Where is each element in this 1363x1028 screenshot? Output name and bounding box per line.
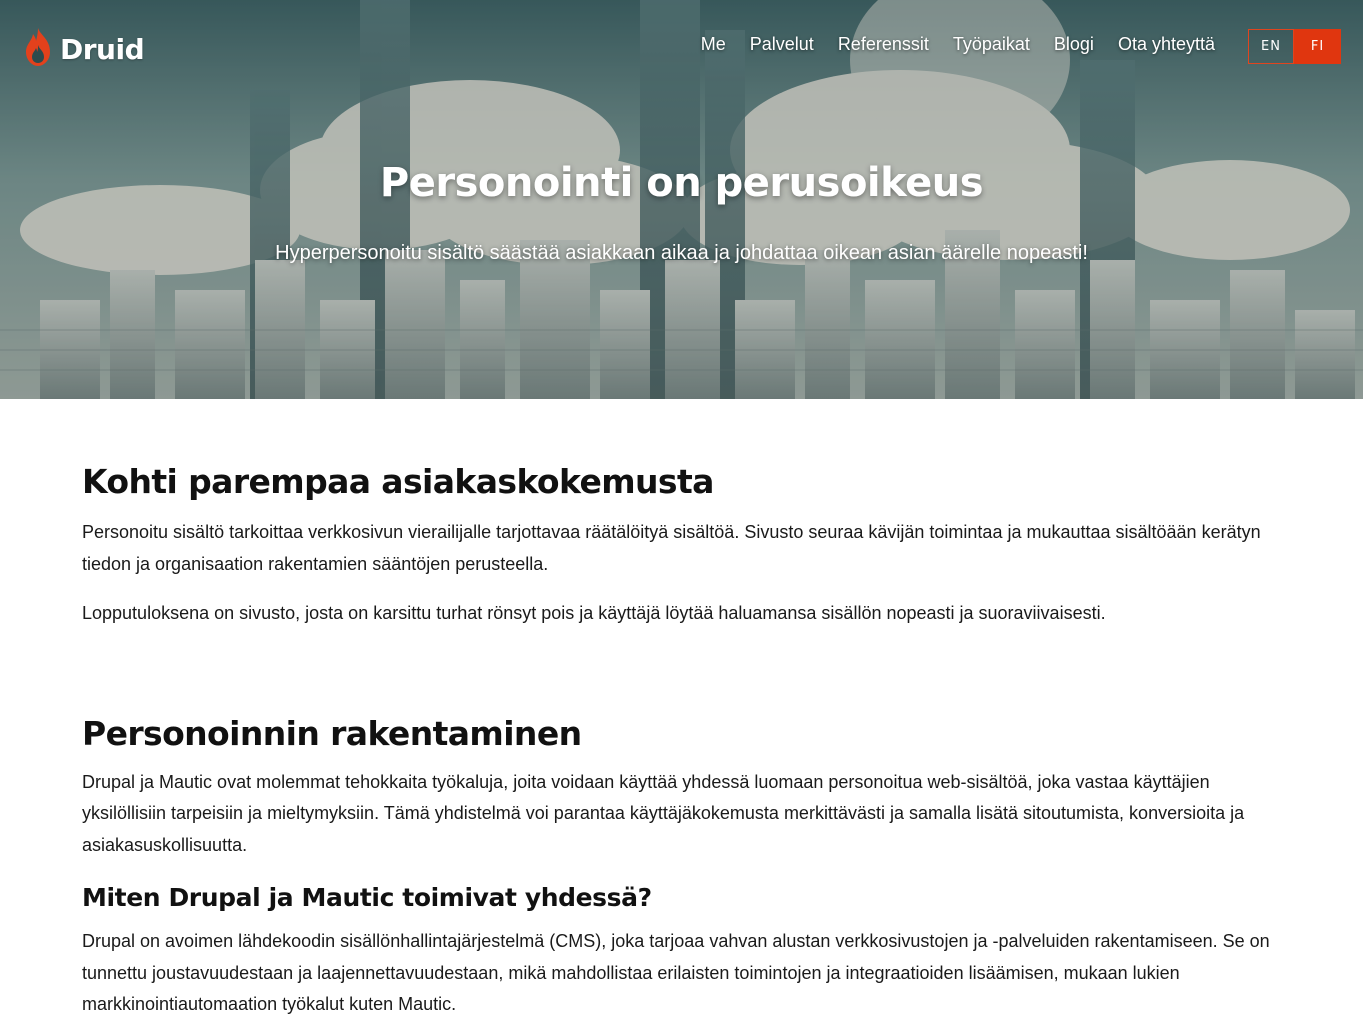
subsection-heading: Miten Drupal ja Mautic toimivat yhdessä? (82, 883, 652, 912)
nav-item-tyopaikat[interactable]: Työpaikat (953, 34, 1030, 55)
nav-item-referenssit[interactable]: Referenssit (838, 34, 929, 55)
nav-item-ota-yhteytta[interactable]: Ota yhteyttä (1118, 34, 1215, 55)
nav-item-blogi[interactable]: Blogi (1054, 34, 1094, 55)
nav-item-me[interactable]: Me (701, 34, 726, 55)
section-heading: Kohti parempaa asiakaskokemusta (82, 462, 714, 501)
language-option-en[interactable]: EN (1248, 29, 1294, 64)
main-content: Kohti parempaa asiakaskokemusta Personoi… (82, 462, 1278, 1021)
hero-title: Personointi on perusoikeus (379, 160, 984, 206)
section-asiakaskokemus: Kohti parempaa asiakaskokemusta Personoi… (82, 462, 1278, 630)
language-option-fi[interactable]: FI (1294, 29, 1341, 64)
section-personoinnin-rakentaminen: Personoinnin rakentaminen Drupal ja Maut… (82, 714, 1278, 862)
brand-logo[interactable]: Druid (22, 27, 145, 72)
main-navigation: Me Palvelut Referenssit Työpaikat Blogi … (701, 34, 1215, 55)
flame-icon (22, 27, 54, 72)
paragraph: Drupal on avoimen lähdekoodin sisällönha… (82, 931, 1270, 1014)
paragraph: Personoitu sisältö tarkoittaa verkkosivu… (82, 522, 1261, 574)
brand-name: Druid (60, 33, 145, 66)
language-switcher: EN FI (1248, 29, 1341, 64)
section-heading: Personoinnin rakentaminen (82, 713, 582, 753)
section-drupal-mautic: Miten Drupal ja Mautic toimivat yhdessä?… (82, 883, 1278, 1021)
hero-subtitle: Hyperpersonoitu sisältö säästää asiakkaa… (275, 242, 1088, 264)
paragraph: Drupal ja Mautic ovat molemmat tehokkait… (82, 771, 1245, 855)
paragraph: Lopputuloksena on sivusto, josta on kars… (82, 603, 1106, 623)
nav-item-palvelut[interactable]: Palvelut (750, 34, 814, 55)
